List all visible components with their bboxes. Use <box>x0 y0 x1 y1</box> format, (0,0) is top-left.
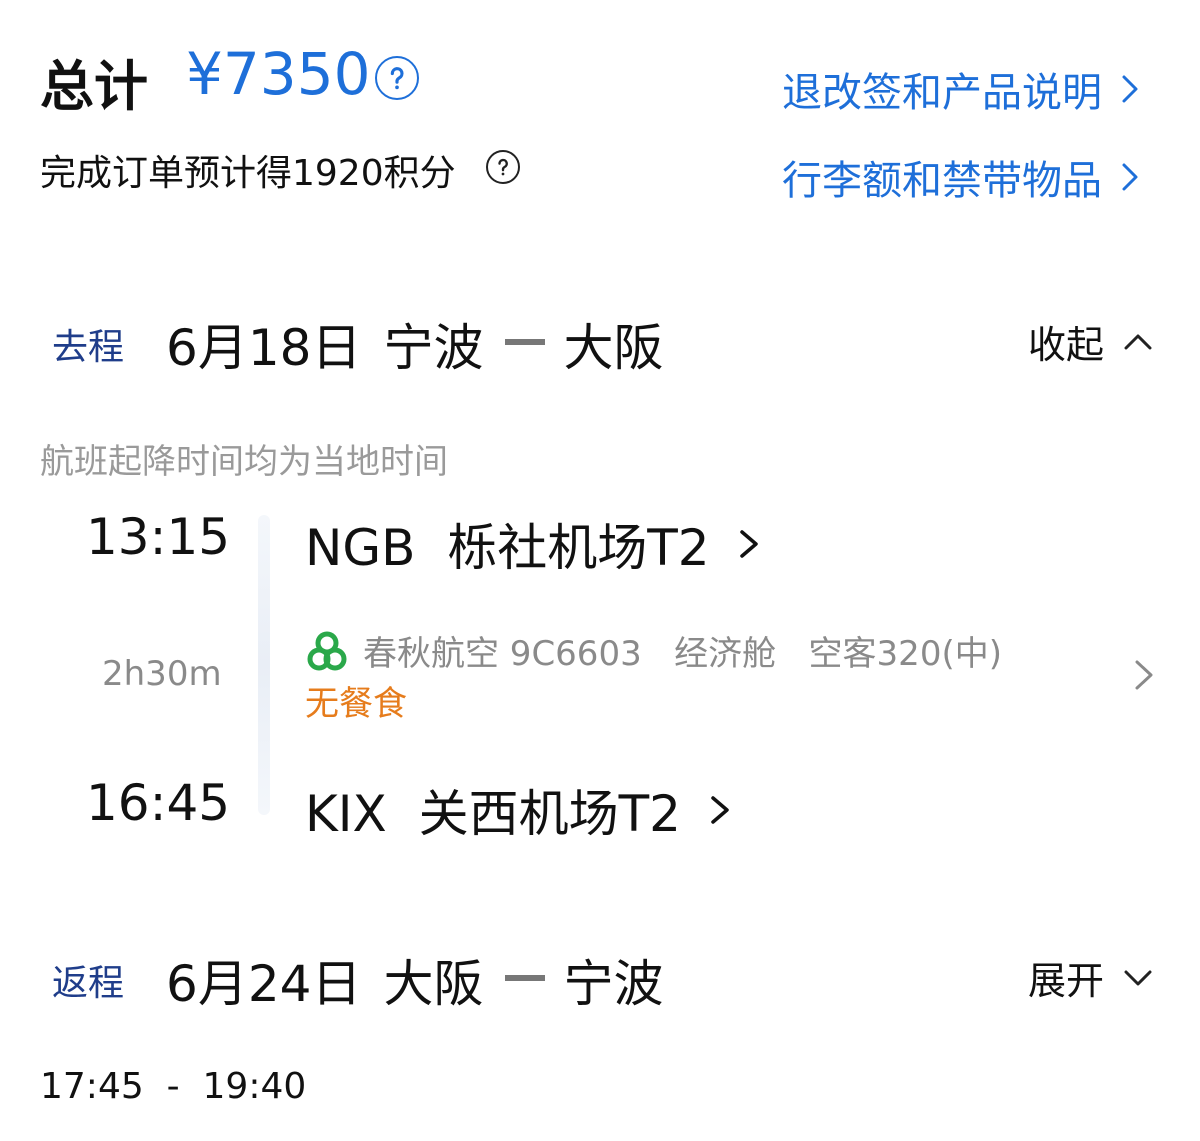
return-expand-toggle[interactable]: 展开 <box>1028 950 1154 1005</box>
depart-airport-link[interactable]: NGB 栎社机场T2 <box>305 508 762 580</box>
return-from: 大阪 <box>383 955 484 1013</box>
meal-info: 无餐食 <box>305 684 407 724</box>
expand-label: 展开 <box>1028 959 1105 1003</box>
route-arrow-icon <box>505 975 546 981</box>
return-header[interactable]: 返程 6月24日 大阪 宁波 <box>52 944 663 1016</box>
outbound-from: 宁波 <box>383 319 484 377</box>
return-to: 宁波 <box>563 955 664 1013</box>
local-time-note: 航班起降时间均为当地时间 <box>40 442 448 482</box>
arrive-airport-link[interactable]: KIX 关西机场T2 <box>305 774 733 846</box>
total-label: 总计 <box>40 55 148 118</box>
timeline-line <box>258 515 270 815</box>
points-help-icon[interactable] <box>486 150 520 184</box>
chevron-right-icon <box>1118 157 1142 197</box>
depart-time: 13:15 <box>86 508 231 566</box>
outbound-date: 6月18日 <box>166 319 362 377</box>
points-text: 完成订单预计得1920积分 <box>40 153 456 194</box>
chevron-up-icon <box>1122 330 1154 354</box>
chevron-right-icon[interactable] <box>1132 656 1156 694</box>
outbound-to: 大阪 <box>563 319 664 377</box>
outbound-header[interactable]: 去程 6月18日 宁波 大阪 <box>52 308 663 380</box>
arrive-airport: KIX 关西机场T2 <box>305 785 681 843</box>
chevron-right-icon <box>707 790 733 830</box>
airline-logo-icon <box>305 629 349 673</box>
chevron-right-icon <box>736 524 762 564</box>
flight-duration: 2h30m <box>102 654 222 694</box>
return-label: 返程 <box>52 963 125 1004</box>
price-help-icon[interactable] <box>375 56 419 100</box>
route-arrow-icon <box>505 339 546 345</box>
arrive-time: 16:45 <box>86 774 231 832</box>
refund-rules-link[interactable]: 退改签和产品说明 <box>782 60 1142 118</box>
chevron-right-icon <box>1118 69 1142 109</box>
outbound-collapse-toggle[interactable]: 收起 <box>1028 314 1154 369</box>
flight-info: 春秋航空 9C6603 经济舱 空客320(中) <box>363 634 1002 674</box>
baggage-rules-label: 行李额和禁带物品 <box>782 158 1102 204</box>
outbound-label: 去程 <box>52 327 125 368</box>
flight-info-row[interactable]: 春秋航空 9C6603 经济舱 空客320(中) <box>305 626 1002 675</box>
return-date: 6月24日 <box>166 955 362 1013</box>
baggage-rules-link[interactable]: 行李额和禁带物品 <box>782 148 1142 206</box>
total-price: ¥7350 <box>186 40 371 108</box>
depart-airport: NGB 栎社机场T2 <box>305 519 710 577</box>
refund-rules-label: 退改签和产品说明 <box>782 70 1102 116</box>
return-time-range: 17:45 - 19:40 <box>40 1066 307 1107</box>
collapse-label: 收起 <box>1028 323 1105 367</box>
chevron-down-icon <box>1122 966 1154 990</box>
